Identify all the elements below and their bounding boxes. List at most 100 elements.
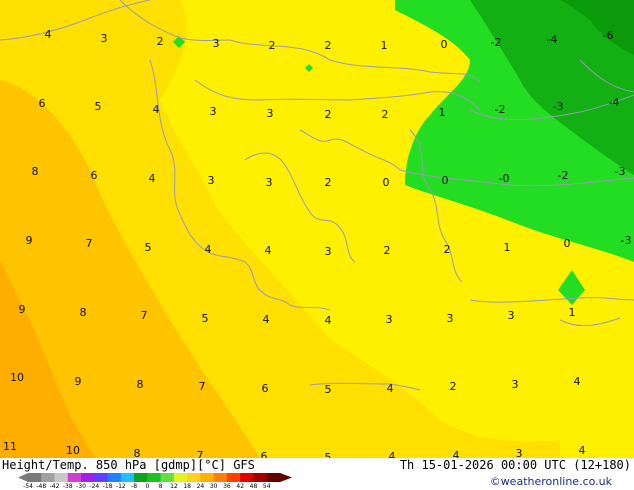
temperature-value: 6 [39,97,46,110]
temperature-value: -6 [603,29,614,42]
scale-swatch [253,473,268,482]
scale-tick-label: -24 [89,483,100,490]
footer: Height/Temp. 850 hPa [gdmp][°C] GFS Th 1… [0,458,634,490]
temperature-value: -2 [491,36,502,49]
scale-swatch [240,473,254,482]
temperature-value: 3 [208,174,215,187]
temperature-value: -3 [621,234,632,247]
temperature-value: 3 [101,32,108,45]
scale-tick-label: 18 [183,483,191,490]
temperature-value: 3 [386,313,393,326]
temperature-value: 4 [263,313,270,326]
scale-tick-label: -12 [115,483,126,490]
temperature-value: 3 [516,447,523,458]
temperature-value: 3 [267,107,274,120]
temperature-value: 4 [387,382,394,395]
scale-arrow-right [280,473,292,482]
scale-tick-label: 42 [236,483,245,490]
temperature-value: 3 [447,312,454,325]
temperature-value: 0 [442,174,449,187]
scale-swatch [160,473,175,482]
scale-tick-label: 8 [158,483,163,490]
temperature-value: -2 [558,169,569,182]
temperature-value: -0 [499,172,510,185]
scale-swatch [226,473,241,482]
scale-swatch [67,473,82,482]
scale-tick-label: 48 [249,483,258,490]
scale-tick-label: 12 [170,483,178,490]
map-title: Height/Temp. 850 hPa [gdmp][°C] GFS [2,458,255,472]
scale-tick-label: -38 [62,483,73,490]
temperature-value: 6 [261,450,268,458]
temperature-value: 4 [389,450,396,458]
scale-swatch [81,473,95,482]
map-canvas: 4 3 2 3 2 2 1 0 -2 -4 -66 5 4 3 3 2 2 1 -2 -3 -48 6 4 3 3 2 0 0 -0 -2… [0,0,634,458]
temperature-value: 3 [508,309,515,322]
scale-tick-label: 0 [145,483,150,490]
scale-tick-label: -8 [131,483,138,490]
scale-swatch [120,473,135,482]
temperature-value: 11 [3,440,17,453]
temperature-value: 0 [564,237,571,250]
temperature-value: 1 [381,39,388,52]
temperature-value: 3 [210,105,217,118]
scale-swatch [94,473,109,482]
temperature-value: 6 [91,169,98,182]
scale-tick-label: 30 [209,483,218,490]
temperature-value: 3 [266,176,273,189]
temperature-value: 1 [439,106,446,119]
scale-swatch [187,473,201,482]
temperature-value: 4 [265,244,272,257]
temperature-value: 0 [441,38,448,51]
scale-tick-label: -18 [102,483,113,490]
scale-swatch [54,473,69,482]
scale-tick-label: 54 [262,483,271,490]
temperature-value: 6 [262,382,269,395]
scale-swatch [41,473,56,482]
scale-swatch [266,473,281,482]
scale-tick-label: -42 [49,483,60,490]
temperature-map: 4 3 2 3 2 2 1 0 -2 -4 -6 6 5 4 3 3 2 2 1 -2 -3 -4 8 6 4 3 3 2 0 0 -0 -2… [0,0,634,458]
scale-tick-label: 36 [223,483,231,490]
temperature-value: -3 [615,165,626,178]
temperature-value: 9 [75,375,82,388]
temperature-value: 4 [579,444,586,457]
temperature-value: 7 [199,380,206,393]
temperature-value: 8 [137,378,144,391]
temperature-value: 2 [325,39,332,52]
temperature-value: 8 [134,447,141,458]
temperature-value: 4 [574,375,581,388]
scale-swatch [200,473,215,482]
temperature-value: 1 [569,306,576,319]
temperature-value: -4 [609,96,620,109]
scale-swatch [213,473,228,482]
scale-tick-label: -30 [76,483,86,490]
credit-link[interactable]: ©weatheronline.co.uk [490,475,612,488]
scale-swatch [134,473,148,482]
temperature-value: 4 [153,103,160,116]
temperature-value: 10 [66,444,80,457]
temperature-value: 5 [325,383,332,396]
run-info: Th 15-01-2026 00:00 UTC (12+180) [399,458,631,472]
temperature-value: 4 [325,314,332,327]
temperature-value: 3 [512,378,519,391]
temperature-value: 2 [269,39,276,52]
temperature-value: -4 [547,33,558,46]
temperature-value: 2 [382,108,389,121]
temperature-value: 7 [141,309,148,322]
scale-tick-label: 24 [196,483,205,490]
scale-tick-label: -54 [23,483,33,490]
temperature-value: 7 [86,237,93,250]
scale-tick-label: -48 [36,483,47,490]
temperature-value: 5 [325,451,332,458]
temperature-value: 5 [95,100,102,113]
scale-swatch [107,473,122,482]
temperature-value: 2 [450,380,457,393]
scale-swatch [147,473,162,482]
temperature-value: 5 [202,312,209,325]
scale-swatch [28,473,42,482]
temperature-value: 4 [149,172,156,185]
temperature-value: 4 [45,28,52,41]
color-scale-bar [18,473,292,482]
temperature-value: 2 [384,244,391,257]
